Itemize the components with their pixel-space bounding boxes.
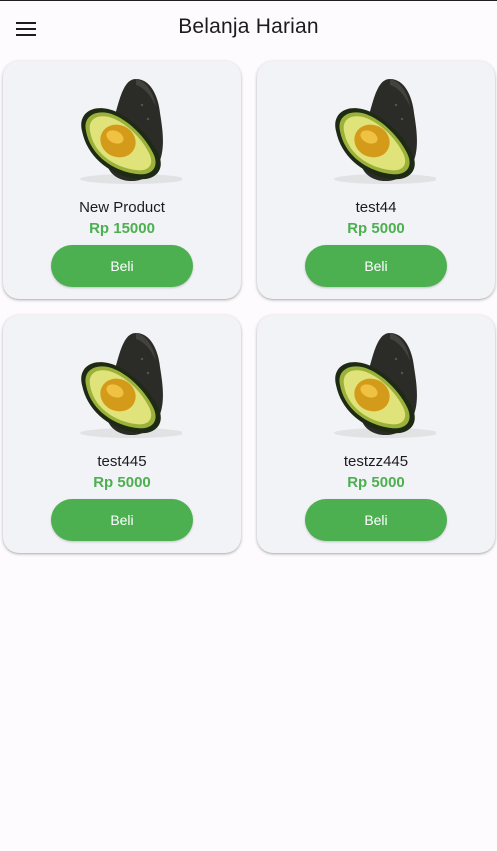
page-title: Belanja Harian bbox=[178, 15, 319, 38]
app-bar: Belanja Harian bbox=[0, 1, 497, 57]
product-price: Rp 5000 bbox=[347, 220, 405, 237]
product-card: New Product Rp 15000 Beli bbox=[3, 61, 241, 299]
product-price: Rp 15000 bbox=[89, 220, 155, 237]
product-name: test445 bbox=[97, 453, 147, 470]
product-card: testzz445 Rp 5000 Beli bbox=[257, 315, 495, 553]
buy-button[interactable]: Beli bbox=[305, 245, 447, 287]
product-card: test44 Rp 5000 Beli bbox=[257, 61, 495, 299]
buy-button[interactable]: Beli bbox=[51, 499, 193, 541]
buy-button[interactable]: Beli bbox=[51, 245, 193, 287]
product-name: New Product bbox=[79, 199, 165, 216]
product-name: test44 bbox=[355, 199, 397, 216]
buy-button[interactable]: Beli bbox=[305, 499, 447, 541]
product-price: Rp 5000 bbox=[347, 474, 405, 491]
avocado-image bbox=[72, 329, 182, 441]
product-card: test445 Rp 5000 Beli bbox=[3, 315, 241, 553]
product-price: Rp 5000 bbox=[93, 474, 151, 491]
avocado-image bbox=[326, 329, 436, 441]
product-name: testzz445 bbox=[343, 453, 409, 470]
avocado-image bbox=[326, 75, 436, 187]
avocado-image bbox=[72, 75, 182, 187]
